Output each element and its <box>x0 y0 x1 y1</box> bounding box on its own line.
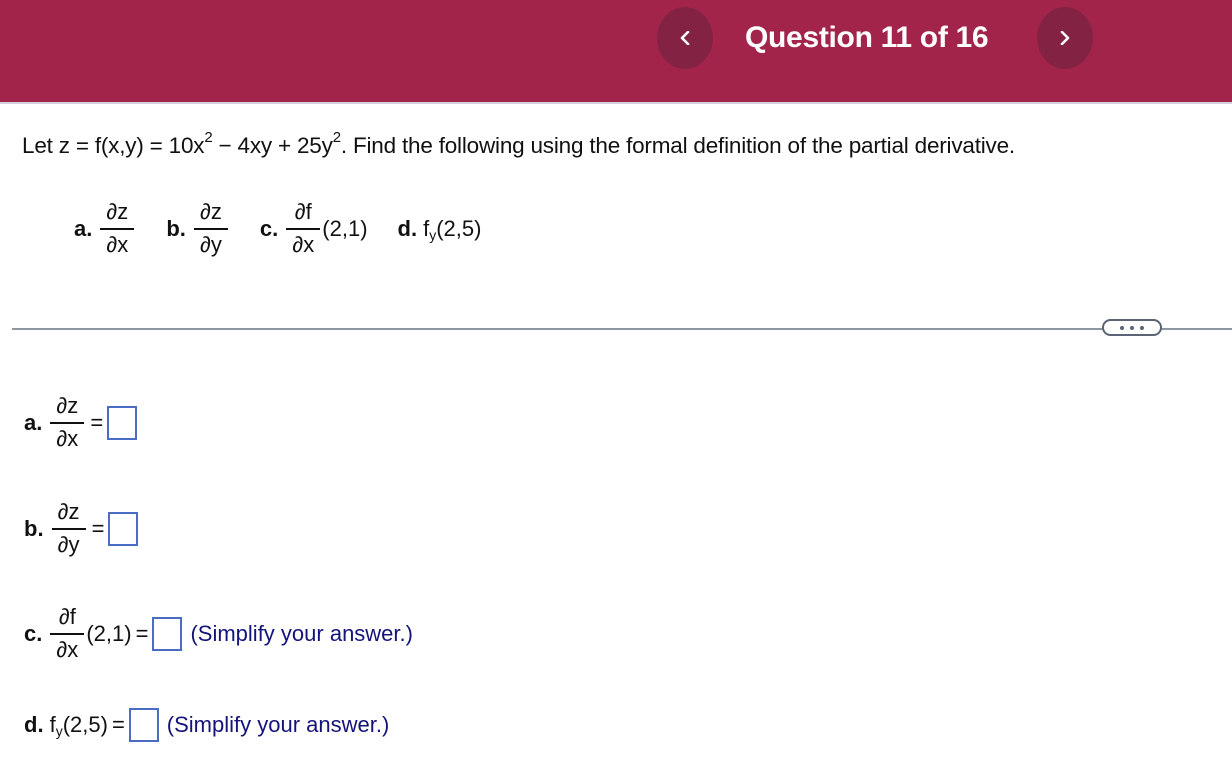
part-label: c. <box>259 215 279 241</box>
answer-row-c: c. ∂f ∂x (2,1) = (Simplify your answer.) <box>24 605 413 662</box>
ellipsis-icon <box>1120 325 1124 330</box>
answer-input-a[interactable] <box>107 405 138 440</box>
answer-row-b: b. ∂z ∂y = <box>24 499 139 557</box>
answer-label: c. <box>24 620 43 646</box>
equals-sign: = <box>91 515 105 541</box>
ellipsis-icon <box>1140 325 1144 330</box>
numerator: ∂z <box>57 499 80 524</box>
prompt-exponent-2: 2 <box>332 129 341 146</box>
denominator: ∂x <box>106 232 129 257</box>
part-a: a. ∂z ∂x <box>74 200 136 257</box>
answer-row-a: a. ∂z ∂x = <box>24 393 138 451</box>
denominator: ∂x <box>56 426 79 451</box>
answer-input-c[interactable] <box>152 616 183 651</box>
numerator: ∂z <box>199 199 222 224</box>
denominator: ∂y <box>57 532 80 557</box>
point: (2,5) <box>62 712 108 737</box>
subscript: y <box>55 723 63 739</box>
fraction: ∂f ∂x <box>286 199 321 257</box>
subscript: y <box>429 226 437 243</box>
fraction-bar <box>50 422 85 424</box>
numerator: ∂z <box>106 199 129 224</box>
fraction-bar <box>50 633 85 635</box>
ellipsis-icon <box>1130 325 1134 330</box>
question-parts: a. ∂z ∂x b. ∂z ∂y c. ∂f ∂x (2,1) d. f y (2… <box>74 200 511 257</box>
fraction-bar <box>100 228 135 230</box>
numerator: ∂f <box>58 604 76 629</box>
part-label: d. <box>397 215 418 241</box>
numerator: ∂z <box>56 393 79 418</box>
fraction-bar <box>193 228 228 230</box>
part-c: c. ∂f ∂x (2,1) <box>260 200 368 257</box>
equals-sign: = <box>111 712 125 737</box>
fraction: ∂z ∂x <box>100 199 135 257</box>
fraction-bar <box>51 528 86 530</box>
fraction: ∂z ∂y <box>51 499 86 557</box>
header-divider <box>0 102 1232 104</box>
fraction: ∂z ∂x <box>50 393 85 451</box>
prompt-tail: . Find the following using the formal de… <box>340 133 1015 158</box>
prompt-lead: Let z = f(x,y) = 10x <box>22 133 205 158</box>
prompt-exponent-1: 2 <box>204 129 213 146</box>
previous-question-button[interactable] <box>657 7 713 69</box>
answer-label: d. <box>24 712 44 737</box>
equals-sign: = <box>90 409 104 435</box>
simplify-hint: (Simplify your answer.) <box>166 712 390 737</box>
simplify-hint: (Simplify your answer.) <box>190 620 413 646</box>
part-b: b. ∂z ∂y <box>166 200 230 257</box>
point: (2,5) <box>436 215 482 241</box>
answer-label: a. <box>24 409 43 435</box>
fraction: ∂z ∂y <box>193 199 228 257</box>
denominator: ∂x <box>56 637 79 662</box>
question-counter: Question 11 of 16 <box>745 21 989 54</box>
chevron-right-icon <box>1060 31 1070 45</box>
numerator: ∂f <box>294 199 312 224</box>
denominator: ∂y <box>199 232 222 257</box>
prompt-mid: − 4xy + 25y <box>212 133 333 158</box>
part-d: d. f y (2,5) <box>397 215 482 243</box>
section-divider <box>12 328 1232 330</box>
part-label: b. <box>166 215 186 241</box>
answer-input-b[interactable] <box>108 511 139 546</box>
answer-row-d: d. f y (2,5) = (Simplify your answer.) <box>24 708 389 742</box>
equals-sign: = <box>135 620 149 646</box>
chevron-left-icon <box>680 31 690 45</box>
answer-label: b. <box>24 515 44 541</box>
question-header: Question 11 of 16 <box>0 0 1232 102</box>
point: (2,1) <box>86 620 132 646</box>
part-label: a. <box>74 215 93 241</box>
fraction-bar <box>286 228 321 230</box>
expand-more-button[interactable] <box>1102 319 1162 336</box>
point: (2,1) <box>322 215 368 241</box>
question-prompt: Let z = f(x,y) = 10x2 − 4xy + 25y2. Find… <box>22 130 1015 159</box>
denominator: ∂x <box>292 232 315 257</box>
answer-input-d[interactable] <box>128 708 159 742</box>
next-question-button[interactable] <box>1037 7 1093 69</box>
fraction: ∂f ∂x <box>50 604 85 662</box>
